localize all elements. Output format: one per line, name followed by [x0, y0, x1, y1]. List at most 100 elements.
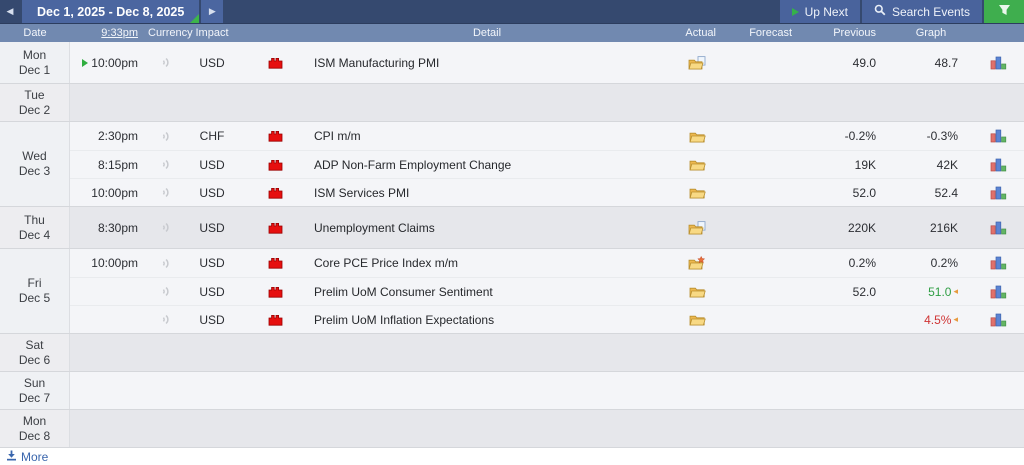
event-currency: USD: [199, 55, 225, 70]
filter-button[interactable]: [984, 0, 1024, 23]
alert-speaker-icon[interactable]: [148, 186, 184, 199]
col-header-forecast: Forecast: [749, 27, 792, 39]
day-events: [70, 84, 1024, 121]
event-time: 8:30pm: [70, 221, 148, 235]
graph-icon[interactable]: [972, 129, 1024, 143]
event-time-label: 10:00pm: [91, 256, 138, 270]
event-previous: 51.0 ◂: [890, 285, 972, 299]
date-cell: Mon Dec 1: [0, 42, 70, 83]
day-name: Mon: [22, 413, 47, 428]
event-time-label: 2:30pm: [97, 129, 138, 143]
col-header-graph: Graph: [915, 27, 947, 39]
impact-high-icon: [240, 159, 310, 171]
graph-icon[interactable]: [972, 285, 1024, 299]
event-row: 8:30pm USD Unemployment Claims 220K 216K: [70, 214, 1024, 242]
event-previous: 216K: [890, 221, 972, 235]
event-title: ADP Non-Farm Employment Change: [314, 157, 512, 172]
event-title: Core PCE Price Index m/m: [314, 256, 459, 270]
graph-icon[interactable]: [972, 158, 1024, 172]
day-name: Wed: [22, 149, 47, 163]
prev-week-button[interactable]: ◀: [0, 0, 20, 23]
day-date: Dec 1: [18, 62, 51, 77]
day-block: Sat Dec 6: [0, 334, 1024, 372]
event-previous-value: 42K: [936, 157, 958, 172]
impact-high-icon: [240, 286, 310, 298]
event-row: USD Prelim UoM Consumer Sentiment 52.0 51.0…: [70, 277, 1024, 305]
calendar-body: Mon Dec 1 10:00pm USD ISM Manufacturing PMI 4…: [0, 42, 1024, 448]
event-time: 8:15pm: [70, 158, 148, 172]
more-label: More: [21, 449, 49, 464]
revision-marker-icon: ◂: [953, 314, 958, 324]
event-previous: 42K: [890, 158, 972, 172]
day-name: Sun: [23, 375, 46, 390]
detail-folder-icon[interactable]: [664, 285, 730, 298]
day-date: Dec 8: [18, 428, 51, 443]
day-block: Tue Dec 2: [0, 84, 1024, 122]
day-name: Sat: [25, 337, 44, 352]
alert-speaker-icon[interactable]: [148, 257, 184, 270]
event-previous-value: 4.5%: [924, 312, 952, 327]
event-currency: CHF: [199, 129, 225, 143]
day-events: 2:30pm CHF CPI m/m -0.2% -0.3% 8:15pm USD ADP N…: [70, 122, 1024, 206]
day-date: Dec 6: [18, 352, 51, 367]
event-title: ISM Services PMI: [314, 185, 410, 200]
date-cell: Sat Dec 6: [0, 334, 70, 371]
col-header-detail: Detail: [472, 27, 502, 39]
event-row: 10:00pm USD ISM Services PMI 52.0 52.4: [70, 178, 1024, 206]
detail-folder-icon[interactable]: [664, 186, 730, 199]
detail-folder-icon[interactable]: [664, 313, 730, 326]
column-header-row: Date 9:33pm Currency Impact Detail Actua…: [0, 24, 1024, 42]
impact-high-icon: [240, 57, 310, 69]
day-events: 10:00pm USD Core PCE Price Index m/m 0.2% 0.…: [70, 249, 1024, 333]
up-next-button[interactable]: Up Next: [779, 0, 860, 23]
date-range-tab[interactable]: Dec 1, 2025 - Dec 8, 2025: [22, 0, 200, 23]
detail-folder-paper-icon[interactable]: [664, 220, 730, 235]
event-currency: USD: [199, 220, 225, 235]
event-title: Unemployment Claims: [314, 220, 435, 235]
day-block: Mon Dec 1 10:00pm USD ISM Manufacturing PMI 4…: [0, 42, 1024, 84]
event-previous-value: 0.2%: [930, 256, 958, 270]
day-date: Dec 5: [18, 291, 51, 305]
event-title: CPI m/m: [314, 129, 361, 143]
event-forecast: 49.0: [852, 55, 876, 70]
alert-speaker-icon[interactable]: [148, 158, 184, 171]
event-previous-value: 48.7: [934, 55, 958, 70]
col-header-currency: Currency: [148, 27, 193, 39]
alert-speaker-icon[interactable]: [148, 221, 184, 234]
event-row: USD Prelim UoM Inflation Expectations 4.5%…: [70, 305, 1024, 333]
impact-high-icon: [240, 222, 310, 234]
event-row: 10:00pm USD Core PCE Price Index m/m 0.2% 0.…: [70, 249, 1024, 277]
impact-high-icon: [240, 130, 310, 142]
date-range-label: Dec 1, 2025 - Dec 8, 2025: [37, 4, 185, 19]
graph-icon[interactable]: [972, 256, 1024, 270]
event-row: 10:00pm USD ISM Manufacturing PMI 49.0 48.7: [70, 49, 1024, 77]
detail-folder-icon[interactable]: [664, 158, 730, 171]
event-previous: 48.7: [890, 56, 972, 70]
event-previous-value: 52.4: [934, 185, 958, 200]
graph-icon[interactable]: [972, 186, 1024, 200]
next-week-button[interactable]: ▶: [201, 0, 224, 23]
day-block: Wed Dec 3 2:30pm CHF CPI m/m -0.2% -0.3% 8:15pm…: [0, 122, 1024, 207]
graph-icon[interactable]: [972, 313, 1024, 327]
up-next-label: Up Next: [804, 4, 848, 19]
col-header-previous: Previous: [833, 27, 876, 39]
event-currency: USD: [199, 312, 225, 327]
search-events-button[interactable]: Search Events: [861, 0, 982, 23]
day-block: Fri Dec 5 10:00pm USD Core PCE Price Index m…: [0, 249, 1024, 334]
alert-speaker-icon[interactable]: [148, 313, 184, 326]
day-date: Dec 7: [18, 390, 51, 405]
alert-speaker-icon[interactable]: [148, 130, 184, 143]
detail-folder-icon[interactable]: [664, 130, 730, 143]
detail-folder-paper-icon[interactable]: [664, 55, 730, 70]
alert-speaker-icon[interactable]: [148, 285, 184, 298]
graph-icon[interactable]: [972, 56, 1024, 70]
event-forecast: 19K: [854, 157, 876, 172]
day-block: Mon Dec 8: [0, 410, 1024, 448]
day-date: Dec 4: [18, 227, 51, 242]
event-time: 10:00pm: [70, 186, 148, 200]
more-link[interactable]: More: [6, 450, 48, 464]
alert-speaker-icon[interactable]: [148, 56, 184, 69]
graph-icon[interactable]: [972, 221, 1024, 235]
detail-folder-star-icon[interactable]: [664, 256, 730, 270]
current-time-link[interactable]: 9:33pm: [70, 27, 148, 39]
